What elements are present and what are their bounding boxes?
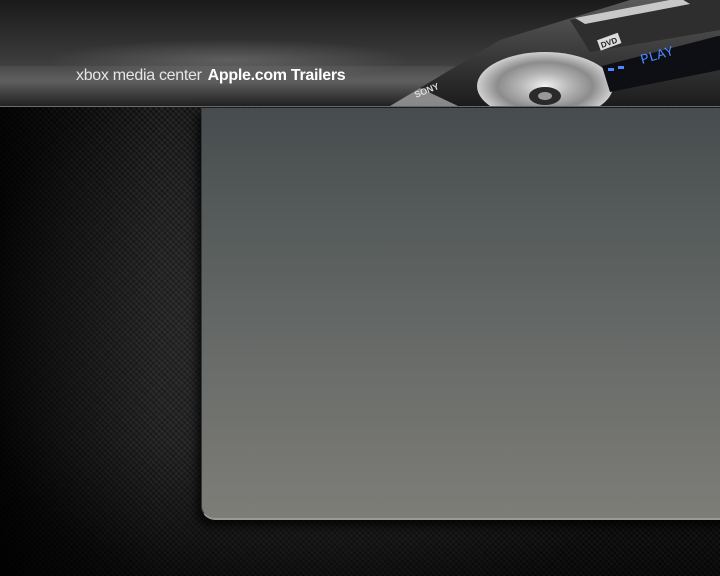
app-name: xbox media center [76, 67, 202, 84]
display-indicator-1 [608, 68, 614, 71]
header-bar: xbox media center Apple.com Trailers SON… [0, 0, 720, 107]
dvd-player-icon: SONY DVD PLAY [390, 0, 720, 106]
xbmc-screen: xbox media center Apple.com Trailers SON… [0, 0, 720, 576]
page-title: xbox media center Apple.com Trailers [76, 67, 346, 85]
disc-hole [538, 92, 552, 100]
content-panel [201, 108, 720, 520]
section-title: Apple.com Trailers [207, 67, 346, 84]
display-indicator-2 [618, 66, 624, 69]
